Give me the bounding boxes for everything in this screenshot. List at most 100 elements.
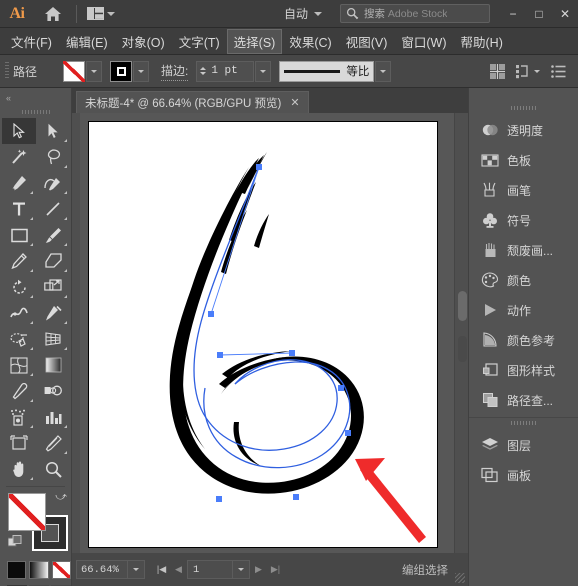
hand-tool[interactable] [2, 456, 36, 482]
zoom-dropdown[interactable] [128, 560, 145, 579]
anchor-point[interactable] [345, 430, 351, 436]
canvas-area[interactable] [72, 113, 468, 553]
panels-dock-grip[interactable] [510, 106, 537, 110]
artboard-dropdown[interactable] [233, 560, 250, 579]
swap-fill-stroke-icon[interactable]: ⤻ [55, 491, 67, 504]
anchor-point[interactable] [289, 350, 295, 356]
auto-mode-button[interactable]: 自动 [280, 5, 326, 22]
default-fill-stroke-icon[interactable] [7, 535, 22, 548]
panel-symbols[interactable]: 符号 [469, 205, 578, 235]
tools-panel-grip[interactable] [21, 110, 50, 114]
lasso-tool[interactable] [36, 144, 70, 170]
search-input[interactable]: 搜索 Adobe Stock [340, 4, 490, 23]
stepper-up-icon[interactable] [200, 67, 207, 70]
paintbrush-tool[interactable] [36, 222, 70, 248]
menu-window[interactable]: 窗口(W) [394, 29, 453, 54]
fill-dropdown-button[interactable] [86, 60, 103, 82]
type-tool[interactable] [2, 196, 36, 222]
panel-layers[interactable]: 图层 [469, 430, 578, 460]
panel-pathfinder[interactable]: 路径查... [469, 385, 578, 415]
arrange-documents-button[interactable] [81, 3, 121, 25]
fill-swatch-none[interactable] [8, 493, 46, 531]
artboard[interactable] [88, 121, 438, 548]
stepper-down-icon[interactable] [200, 72, 207, 75]
panel-brushes[interactable]: 画笔 [469, 175, 578, 205]
gradient-mode-button[interactable] [29, 561, 49, 579]
rotate-tool[interactable] [2, 274, 36, 300]
tools-panel-header[interactable]: « [0, 88, 71, 108]
symbol-sprayer-tool[interactable] [2, 404, 36, 430]
pencil-tool[interactable] [2, 248, 36, 274]
anchor-point[interactable] [216, 496, 222, 502]
anchor-point[interactable] [217, 352, 223, 358]
eyedropper-tool[interactable] [2, 378, 36, 404]
close-icon[interactable]: ✕ [552, 0, 578, 28]
artboard-tool[interactable] [2, 430, 36, 456]
maximize-icon[interactable]: □ [526, 0, 552, 28]
gradient-tool[interactable] [36, 352, 70, 378]
menu-edit[interactable]: 编辑(E) [59, 29, 115, 54]
anchor-point[interactable] [338, 385, 344, 391]
panel-swatches[interactable]: 色板 [469, 145, 578, 175]
last-page-icon[interactable]: ▶| [267, 560, 284, 579]
free-transform-tool[interactable] [36, 300, 70, 326]
scale-tool[interactable] [36, 274, 70, 300]
profile-dropdown[interactable] [375, 60, 392, 82]
transform-icon[interactable] [516, 64, 530, 79]
close-document-icon[interactable]: ✕ [290, 96, 299, 109]
control-bar-grip[interactable] [5, 62, 9, 80]
zoom-tool[interactable] [36, 456, 70, 482]
canvas-vertical-scrollbar[interactable] [454, 113, 468, 553]
stroke-color-swatch[interactable] [110, 60, 133, 82]
first-page-icon[interactable]: |◀ [153, 560, 170, 579]
panel-graphic-styles[interactable]: 图形样式 [469, 355, 578, 385]
direct-selection-tool[interactable] [36, 118, 70, 144]
align-icon[interactable] [490, 63, 505, 79]
menu-file[interactable]: 文件(F) [4, 29, 59, 54]
panel-actions[interactable]: 动作 [469, 295, 578, 325]
stroke-weight-value[interactable]: 1 pt [209, 65, 253, 77]
stroke-weight-stepper[interactable]: 1 pt [196, 60, 255, 82]
magic-wand-tool[interactable] [2, 144, 36, 170]
none-mode-button[interactable] [51, 561, 71, 579]
panel-artboards[interactable]: 画板 [469, 460, 578, 490]
next-page-icon[interactable]: ▶ [250, 560, 267, 579]
more-options-icon[interactable] [551, 64, 566, 78]
panel-grunge-brush[interactable]: 颓废画... [469, 235, 578, 265]
rectangle-tool[interactable] [2, 222, 36, 248]
panels-dock-grip-2[interactable] [510, 421, 537, 425]
color-mode-button[interactable] [7, 561, 27, 579]
menu-type[interactable]: 文字(T) [172, 29, 227, 54]
blend-tool[interactable] [36, 378, 70, 404]
eraser-tool[interactable] [36, 248, 70, 274]
menu-effect[interactable]: 效果(C) [282, 29, 338, 54]
mesh-tool[interactable] [2, 352, 36, 378]
home-icon[interactable] [34, 0, 72, 28]
panel-color-guide[interactable]: 颜色参考 [469, 325, 578, 355]
stroke-weight-dropdown[interactable] [255, 60, 272, 82]
curvature-tool[interactable] [36, 170, 70, 196]
menu-object[interactable]: 对象(O) [115, 29, 172, 54]
line-segment-tool[interactable] [36, 196, 70, 222]
pen-tool[interactable] [2, 170, 36, 196]
resize-grip[interactable] [455, 573, 465, 583]
fill-color-swatch[interactable] [63, 60, 86, 82]
anchor-point[interactable] [208, 311, 214, 317]
minimize-icon[interactable]: − [500, 0, 526, 28]
chevron-down-icon[interactable] [534, 69, 540, 73]
document-tab[interactable]: 未标题-4* @ 66.64% (RGB/GPU 预览) ✕ [76, 91, 309, 113]
selection-tool[interactable] [2, 118, 36, 144]
anchor-point[interactable] [293, 494, 299, 500]
panels-dock-header[interactable] [469, 88, 578, 103]
menu-view[interactable]: 视图(V) [339, 29, 395, 54]
slice-tool[interactable] [36, 430, 70, 456]
width-tool[interactable] [2, 300, 36, 326]
artboard-number-input[interactable]: 1 [187, 560, 233, 579]
stroke-dropdown-button[interactable] [133, 60, 150, 82]
shape-builder-tool[interactable] [2, 326, 36, 352]
zoom-level-input[interactable]: 66.64% [76, 560, 128, 579]
menu-help[interactable]: 帮助(H) [454, 29, 510, 54]
anchor-point[interactable] [256, 164, 262, 170]
prev-page-icon[interactable]: ◀ [170, 560, 187, 579]
panel-collapse-handle[interactable] [458, 336, 467, 362]
